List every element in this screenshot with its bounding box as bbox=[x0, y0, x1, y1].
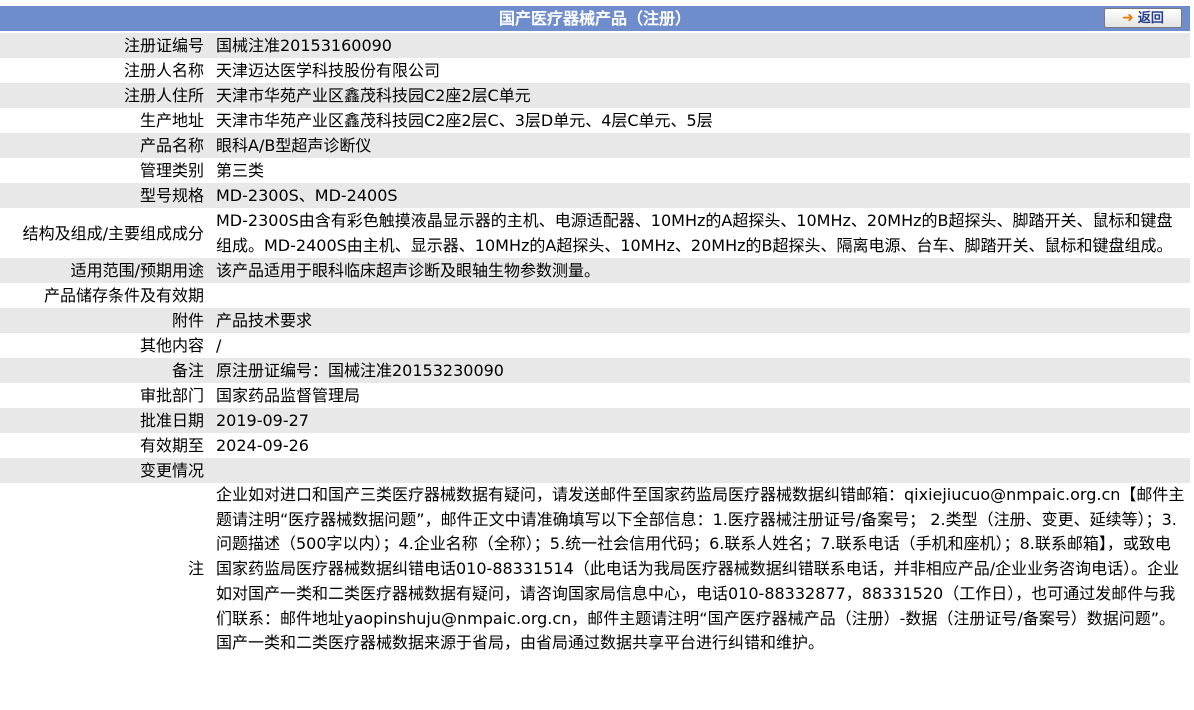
table-row: 附件 产品技术要求 bbox=[0, 308, 1190, 333]
table-row: 其他内容 / bbox=[0, 333, 1190, 358]
field-label: 批准日期 bbox=[0, 408, 210, 433]
table-row: 备注 原注册证编号：国械注准20153230090 bbox=[0, 358, 1190, 383]
field-value: 国械注准20153160090 bbox=[210, 33, 1190, 58]
table-row: 批准日期 2019-09-27 bbox=[0, 408, 1190, 433]
field-label: 有效期至 bbox=[139, 436, 204, 455]
field-label: 附件 bbox=[0, 308, 210, 333]
note-label: 注 bbox=[187, 559, 204, 579]
table-row: 管理类别 第三类 bbox=[0, 158, 1190, 183]
field-value: 原注册证编号：国械注准20153230090 bbox=[210, 358, 1190, 383]
field-value: 天津迈达医学科技股份有限公司 bbox=[216, 61, 441, 80]
table-row: 注册人住所 天津市华苑产业区鑫茂科技园C2座2层C单元 bbox=[0, 83, 1190, 108]
table-row: 有效期至 2024-09-26 bbox=[0, 433, 1190, 458]
detail-table: 注册证编号 国械注准20153160090 注册人名称 天津迈达医学科技股份有限公司注… bbox=[0, 33, 1190, 656]
field-label: 型号规格 bbox=[0, 183, 210, 208]
arrow-right-icon: ➜ bbox=[1122, 10, 1134, 26]
field-value: 该产品适用于眼科临床超声诊断及眼轴生物参数测量。 bbox=[210, 258, 1190, 283]
back-button-label: 返回 bbox=[1137, 11, 1164, 26]
page-header: 国产医疗器械产品（注册） ➜ 返回 bbox=[0, 6, 1190, 31]
back-button[interactable]: ➜ 返回 bbox=[1104, 8, 1182, 28]
field-value: 国家药品监督管理局 bbox=[216, 386, 361, 405]
table-row: 型号规格 MD-2300S、MD-2400S bbox=[0, 183, 1190, 208]
field-label: 管理类别 bbox=[139, 161, 204, 180]
table-row: 变更情况 bbox=[0, 458, 1190, 483]
table-row: 适用范围/预期用途 该产品适用于眼科临床超声诊断及眼轴生物参数测量。 bbox=[0, 258, 1190, 283]
field-label: 注册人名称 bbox=[123, 61, 204, 80]
field-value: 天津市华苑产业区鑫茂科技园C2座2层C单元 bbox=[210, 83, 1190, 108]
field-value: MD-2300S由含有彩色触摸液晶显示器的主机、电源适配器、10MHz的A超探头… bbox=[216, 211, 1173, 255]
field-value: 2019-09-27 bbox=[210, 408, 1190, 433]
field-label: 审批部门 bbox=[139, 386, 204, 405]
field-value: 2024-09-26 bbox=[216, 436, 309, 455]
field-label: 注册证编号 bbox=[0, 33, 210, 58]
field-value: MD-2300S、MD-2400S bbox=[210, 183, 1190, 208]
field-label: 适用范围/预期用途 bbox=[0, 258, 210, 283]
table-row: 产品储存条件及有效期 bbox=[0, 283, 1190, 308]
page: 国产医疗器械产品（注册） ➜ 返回 注册证编号 国械注准20153160090 注册人… bbox=[0, 0, 1194, 710]
field-label: 产品储存条件及有效期 bbox=[43, 286, 204, 305]
field-label: 生产地址 bbox=[139, 111, 204, 130]
field-label: 注册人住所 bbox=[0, 83, 210, 108]
field-value: 产品技术要求 bbox=[210, 308, 1190, 333]
field-value: 第三类 bbox=[216, 161, 265, 180]
field-value bbox=[210, 283, 1190, 308]
table-row: 审批部门 国家药品监督管理局 bbox=[0, 383, 1190, 408]
table-row: 产品名称 眼科A/B型超声诊断仪 bbox=[0, 133, 1190, 158]
table-row: 注册人名称 天津迈达医学科技股份有限公司 bbox=[0, 58, 1190, 83]
field-label: 结构及组成/主要组成成分 bbox=[22, 223, 204, 243]
field-label: 其他内容 bbox=[139, 336, 204, 355]
field-value: 天津市华苑产业区鑫茂科技园C2座2层C、3层D单元、4层C单元、5层 bbox=[216, 111, 713, 130]
table-row: 注册证编号 国械注准20153160090 bbox=[0, 33, 1190, 58]
field-label: 备注 bbox=[0, 358, 210, 383]
table-row: 结构及组成/主要组成成分 MD-2300S由含有彩色触摸液晶显示器的主机、电源适配… bbox=[0, 208, 1190, 258]
page-title: 国产医疗器械产品（注册） bbox=[498, 9, 691, 28]
note-row: 注企业如对进口和国产三类医疗器械数据有疑问，请发送邮件至国家药监局医疗器械数据纠… bbox=[0, 483, 1190, 656]
table-row: 生产地址 天津市华苑产业区鑫茂科技园C2座2层C、3层D单元、4层C单元、5层 bbox=[0, 108, 1190, 133]
field-value: 眼科A/B型超声诊断仪 bbox=[210, 133, 1190, 158]
field-value: / bbox=[216, 336, 222, 355]
field-label: 变更情况 bbox=[0, 458, 210, 483]
field-label: 产品名称 bbox=[0, 133, 210, 158]
field-value bbox=[210, 458, 1190, 483]
note-text: 企业如对进口和国产三类医疗器械数据有疑问，请发送邮件至国家药监局医疗器械数据纠错… bbox=[216, 485, 1185, 653]
